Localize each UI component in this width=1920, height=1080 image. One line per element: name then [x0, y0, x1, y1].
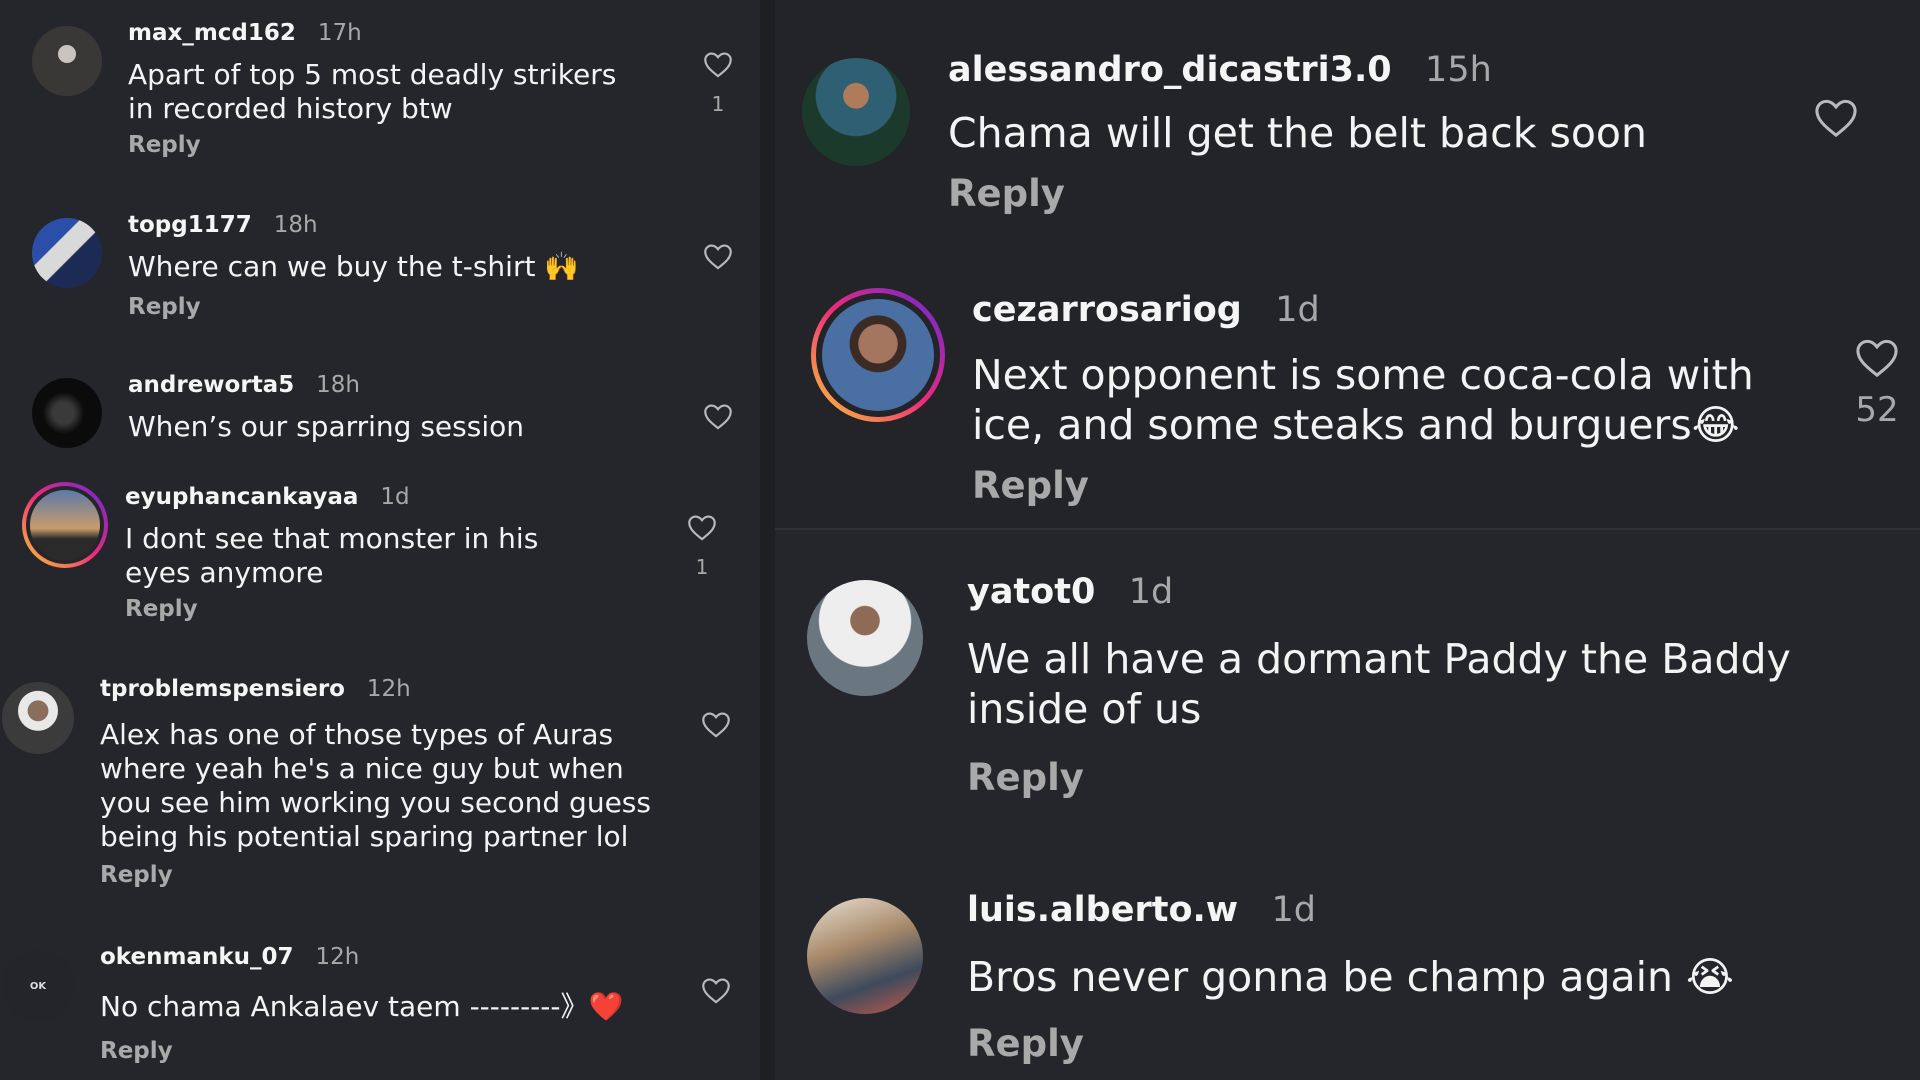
avatar[interactable]	[32, 218, 102, 288]
comment-timestamp: 12h	[366, 676, 411, 702]
reply-button[interactable]: Reply	[100, 1038, 173, 1064]
comment-timestamp: 18h	[316, 372, 360, 398]
comment-timestamp: 17h	[317, 20, 362, 46]
comment-text: We all have a dormant Paddy the Baddy in…	[967, 635, 1791, 734]
heart-outline-icon[interactable]	[702, 402, 734, 430]
avatar[interactable]	[32, 26, 102, 96]
comment-timestamp: 1d	[1271, 890, 1317, 930]
comment-username[interactable]: eyuphancankayaa	[125, 484, 358, 510]
comment-username[interactable]: topg1177	[128, 212, 252, 238]
heart-outline-icon[interactable]	[702, 50, 734, 78]
comment-timestamp: 18h	[273, 212, 318, 238]
avatar[interactable]	[32, 378, 102, 448]
comment-username[interactable]: tproblemspensiero	[100, 676, 345, 702]
comment-timestamp: 15h	[1425, 50, 1492, 90]
comment-text: Where can we buy the t-shirt 🙌	[128, 250, 580, 283]
like-button[interactable]	[700, 710, 732, 738]
reply-button[interactable]: Reply	[972, 464, 1089, 507]
reply-button[interactable]: Reply	[948, 172, 1065, 215]
heart-outline-icon[interactable]	[1812, 96, 1860, 138]
ok-logo: OK	[29, 980, 47, 992]
like-button[interactable]	[1812, 96, 1860, 138]
comment-text: Next opponent is some coca-cola with ice…	[972, 351, 1754, 450]
comment-username[interactable]: alessandro_dicastri3.0	[948, 50, 1392, 90]
comment-username[interactable]: max_mcd162	[128, 20, 296, 46]
comment-text: Alex has one of those types of Auras whe…	[100, 718, 651, 854]
comment-text: Apart of top 5 most deadly strikers in r…	[128, 58, 617, 126]
comment-username[interactable]: andreworta5	[128, 372, 294, 398]
comment-username[interactable]: cezarrosariog	[972, 290, 1242, 330]
heart-outline-icon[interactable]	[700, 976, 732, 1004]
like-count: 52	[1855, 390, 1899, 430]
like-button[interactable]	[702, 402, 734, 430]
reply-button[interactable]: Reply	[967, 756, 1084, 799]
like-count: 1	[711, 92, 725, 116]
avatar[interactable]	[22, 482, 108, 568]
comment-timestamp: 1d	[1128, 572, 1174, 612]
reply-button[interactable]: Reply	[128, 132, 201, 158]
comment-text: I dont see that monster in his eyes anym…	[125, 522, 539, 590]
comment-text: Chama will get the belt back soon	[948, 109, 1647, 157]
avatar[interactable]: OK	[2, 950, 74, 1022]
comment-username[interactable]: yatot0	[967, 572, 1095, 612]
comment-text: No chama Ankalaev taem ---------》❤️	[100, 990, 624, 1023]
like-button[interactable]	[702, 242, 734, 270]
heart-outline-icon[interactable]	[1853, 336, 1901, 378]
comment-username[interactable]: okenmanku_07	[100, 944, 294, 970]
reply-button[interactable]: Reply	[125, 596, 198, 622]
avatar[interactable]	[802, 58, 910, 166]
heart-outline-icon[interactable]	[686, 513, 718, 541]
comment-timestamp: 12h	[315, 944, 360, 970]
comment-text: When’s our sparring session	[128, 410, 524, 443]
comment-username[interactable]: luis.alberto.w	[967, 890, 1238, 930]
left-comments-panel: max_mcd162 17h Apart of top 5 most deadl…	[0, 0, 760, 1080]
heart-outline-icon[interactable]	[700, 710, 732, 738]
reply-button[interactable]: Reply	[128, 294, 201, 320]
avatar[interactable]	[2, 682, 74, 754]
comment-text: Bros never gonna be champ again 😭	[967, 953, 1734, 1001]
avatar[interactable]	[811, 288, 945, 422]
right-comments-panel: alessandro_dicastri3.0 15h Chama will ge…	[775, 0, 1920, 1080]
reply-button[interactable]: Reply	[100, 862, 173, 888]
avatar[interactable]	[807, 580, 923, 696]
comment-timestamp: 1d	[1275, 290, 1320, 330]
panel-divider	[760, 0, 775, 1080]
heart-outline-icon[interactable]	[702, 242, 734, 270]
reply-button[interactable]: Reply	[967, 1022, 1084, 1065]
avatar[interactable]	[807, 898, 923, 1014]
like-count: 1	[695, 555, 709, 579]
like-button[interactable]: 1	[702, 50, 734, 116]
like-button[interactable]: 52	[1853, 336, 1901, 430]
comment-timestamp: 1d	[380, 484, 410, 510]
like-button[interactable]: 1	[686, 513, 718, 579]
like-button[interactable]	[700, 976, 732, 1004]
